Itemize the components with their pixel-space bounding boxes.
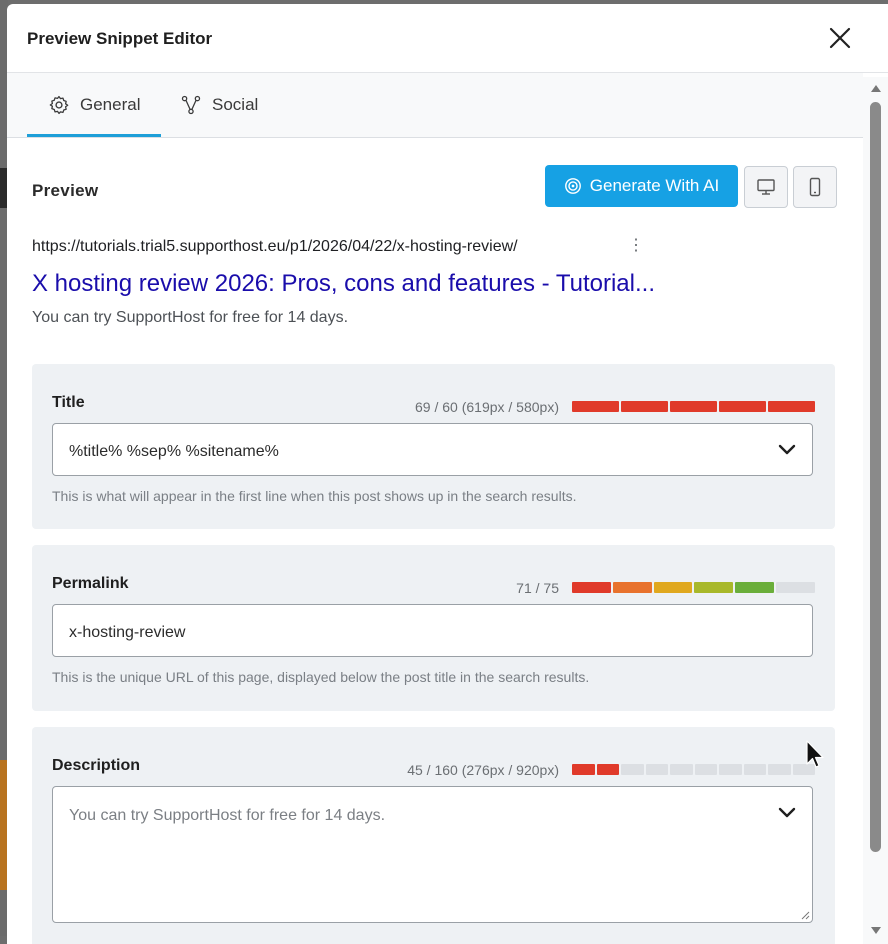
tab-social[interactable]: Social	[180, 73, 258, 137]
gear-icon	[49, 95, 69, 115]
description-textarea-value: You can try SupportHost for free for 14 …	[69, 807, 386, 824]
general-tab-content: Preview Generate With AI https://tutoria…	[7, 138, 863, 944]
meter-segment	[719, 764, 742, 775]
scroll-down-arrow-icon[interactable]	[871, 927, 881, 934]
chevron-down-icon[interactable]	[776, 801, 798, 823]
generate-with-ai-label: Generate With AI	[589, 176, 720, 195]
modal-title: Preview Snippet Editor	[27, 29, 213, 48]
mouse-pointer-icon	[806, 740, 824, 768]
preview-snippet-editor-modal: Preview Snippet Editor General Social Pr…	[7, 4, 888, 944]
meter-segment	[572, 401, 619, 412]
title-help-text: This is what will appear in the first li…	[52, 488, 577, 504]
resize-handle-icon[interactable]	[800, 910, 810, 920]
scroll-up-arrow-icon[interactable]	[871, 85, 881, 92]
meter-segment	[572, 764, 595, 775]
modal-header: Preview Snippet Editor	[7, 4, 888, 73]
desktop-icon	[757, 179, 775, 195]
tab-general-label: General	[80, 95, 141, 114]
description-length-meter	[572, 764, 815, 775]
meter-segment	[719, 401, 766, 412]
meter-segment	[694, 582, 734, 593]
mobile-icon	[809, 177, 821, 197]
permalink-length-meter	[572, 582, 815, 593]
meter-segment	[621, 401, 668, 412]
tab-social-label: Social	[212, 95, 259, 114]
permalink-counter: 71 / 75	[516, 580, 559, 596]
serp-title: X hosting review 2026: Pros, cons and fe…	[32, 270, 655, 297]
close-icon	[829, 27, 851, 49]
serp-url: https://tutorials.trial5.supporthost.eu/…	[32, 238, 518, 255]
meter-segment	[743, 764, 766, 775]
description-textarea[interactable]: You can try SupportHost for free for 14 …	[52, 786, 813, 923]
share-nodes-icon	[181, 95, 201, 115]
permalink-help-text: This is the unique URL of this page, dis…	[52, 669, 590, 685]
meter-segment	[670, 764, 693, 775]
meter-segment	[670, 401, 717, 412]
meter-segment	[612, 582, 652, 593]
preview-label: Preview	[32, 181, 99, 200]
modal-body: General Social Preview Generate With AI …	[7, 73, 863, 944]
permalink-input-value: x-hosting-review	[69, 624, 186, 641]
title-length-meter	[572, 401, 815, 412]
ai-icon	[564, 178, 581, 194]
permalink-panel: Permalink 71 / 75 x-hosting-review This …	[32, 545, 835, 711]
title-counter: 69 / 60 (619px / 580px)	[415, 399, 559, 415]
title-input[interactable]: %title% %sep% %sitename%	[52, 423, 813, 476]
meter-segment	[645, 764, 668, 775]
meter-segment	[694, 764, 717, 775]
title-panel: Title 69 / 60 (619px / 580px) %title% %s…	[32, 364, 835, 529]
meter-segment	[735, 582, 775, 593]
meter-segment	[776, 582, 815, 593]
meter-segment	[572, 582, 611, 593]
tab-bar: General Social	[7, 73, 863, 138]
generate-with-ai-button[interactable]: Generate With AI	[545, 165, 738, 207]
search-result-preview: https://tutorials.trial5.supporthost.eu/…	[32, 235, 838, 328]
description-panel: Description 45 / 160 (276px / 920px) You…	[32, 727, 835, 944]
title-label: Title	[52, 394, 85, 411]
meter-segment	[653, 582, 693, 593]
scrollbar-thumb[interactable]	[870, 102, 881, 852]
serp-description: You can try SupportHost for free for 14 …	[32, 309, 349, 326]
description-label: Description	[52, 757, 141, 774]
permalink-input[interactable]: x-hosting-review	[52, 604, 813, 657]
title-input-value: %title% %sep% %sitename%	[69, 443, 279, 460]
mobile-preview-button[interactable]	[793, 166, 837, 208]
permalink-label: Permalink	[52, 575, 129, 592]
active-tab-indicator	[27, 134, 161, 137]
description-counter: 45 / 160 (276px / 920px)	[407, 762, 559, 778]
meter-segment	[768, 401, 815, 412]
close-button[interactable]	[826, 24, 854, 52]
chevron-down-icon[interactable]	[776, 438, 798, 460]
serp-menu-icon: ⋮	[628, 237, 644, 254]
meter-segment	[596, 764, 619, 775]
desktop-preview-button[interactable]	[744, 166, 788, 208]
meter-segment	[768, 764, 791, 775]
meter-segment	[621, 764, 644, 775]
tab-general[interactable]: General	[48, 73, 140, 137]
preview-header: Preview Generate With AI	[32, 138, 838, 210]
modal-scrollbar[interactable]	[863, 77, 888, 944]
